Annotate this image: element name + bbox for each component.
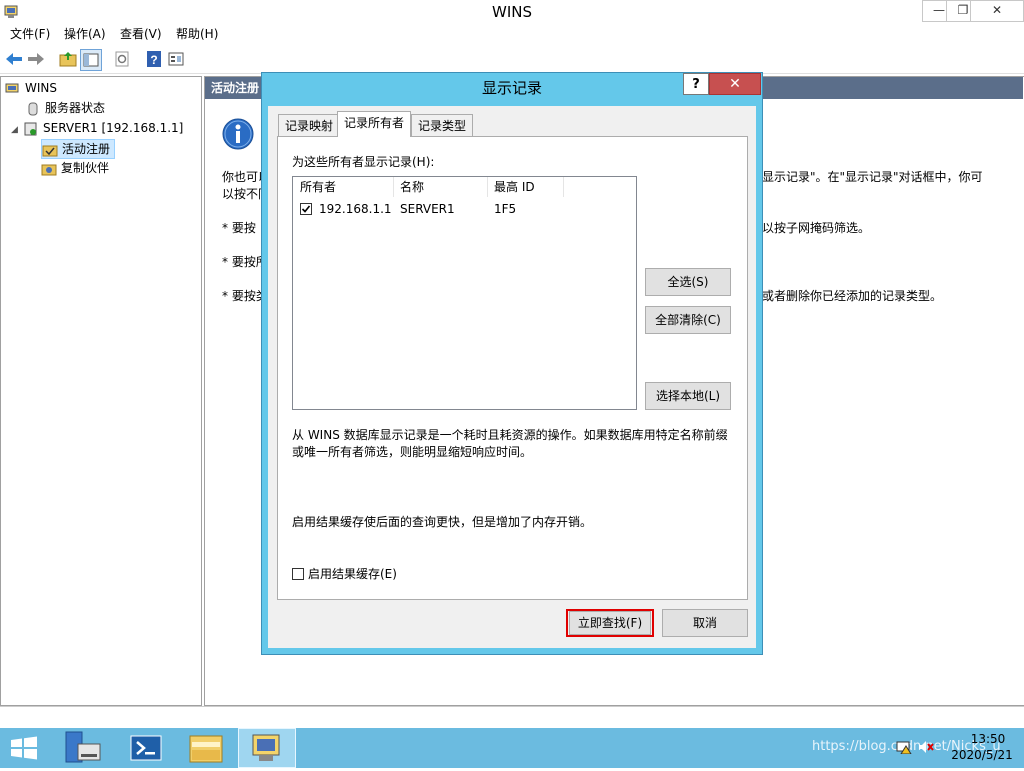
cancel-button[interactable]: 取消 xyxy=(662,609,748,637)
powershell-icon[interactable] xyxy=(118,728,176,768)
wins-taskbar-icon[interactable] xyxy=(238,728,296,768)
clock-time[interactable]: 13:50 xyxy=(962,732,1014,746)
pane-bullet3-end: 或者删除你已经添加的记录类型。 xyxy=(762,289,943,303)
table-cell-max-id[interactable]: 1F5 xyxy=(494,199,516,219)
show-hide-console-tree-icon[interactable] xyxy=(80,49,102,71)
menu-file[interactable]: 文件(F) xyxy=(10,24,50,44)
table-row-checkbox[interactable] xyxy=(300,203,312,215)
dialog-help-button[interactable]: ? xyxy=(683,73,709,95)
menu-action[interactable]: 操作(A) xyxy=(64,24,106,44)
select-local-button[interactable]: 选择本地(L) xyxy=(645,382,731,410)
replication-folder-icon xyxy=(41,162,57,176)
wins-icon xyxy=(5,82,21,96)
registrations-folder-icon xyxy=(42,143,58,157)
column-header-owner[interactable]: 所有者 xyxy=(294,177,394,197)
file-explorer-icon[interactable] xyxy=(178,728,236,768)
tree-item-wins[interactable]: WINS xyxy=(5,79,57,97)
info-text-line1: 从 WINS 数据库显示记录是一个耗时且耗资源的操作。如果数据库用特定名称前缀 xyxy=(292,428,728,442)
menu-view[interactable]: 查看(V) xyxy=(120,24,162,44)
find-now-button[interactable]: 立即查找(F) xyxy=(569,611,651,635)
back-arrow-icon[interactable] xyxy=(4,49,24,69)
server-manager-icon[interactable] xyxy=(56,728,114,768)
info-text-line2: 或唯一所有者筛选，则能明显缩短响应时间。 xyxy=(292,445,533,459)
start-windows-icon[interactable] xyxy=(10,736,38,760)
tab-record-owners[interactable]: 记录所有者 xyxy=(337,111,412,137)
pane-bullet1-end: 以按子网掩码筛选。 xyxy=(762,221,871,235)
info-icon xyxy=(222,118,254,150)
clock-date[interactable]: 2020/5/21 xyxy=(946,748,1018,762)
tree-item-active-registrations[interactable]: 活动注册 xyxy=(41,139,116,159)
expand-chevron-icon[interactable]: ◢ xyxy=(11,121,23,139)
up-folder-icon[interactable] xyxy=(58,49,78,69)
console-tree: WINS 服务器状态 ◢ SERVER1 [192.168.1.1] 活动注册 复… xyxy=(0,76,202,706)
tab-record-mapping[interactable]: 记录映射 xyxy=(278,114,341,136)
menu-help[interactable]: 帮助(H) xyxy=(176,24,218,44)
tree-item-replication-partners[interactable]: 复制伙伴 xyxy=(41,159,109,177)
volume-muted-icon[interactable] xyxy=(918,740,934,754)
tree-item-server-status[interactable]: 服务器状态 xyxy=(25,99,105,117)
dialog-close-button[interactable]: ✕ xyxy=(709,73,761,95)
properties-icon[interactable] xyxy=(166,49,186,69)
close-button[interactable]: ✕ xyxy=(970,0,1024,22)
window-title: WINS xyxy=(492,3,532,21)
tree-item-server1[interactable]: ◢ SERVER1 [192.168.1.1] xyxy=(11,119,183,137)
forward-arrow-icon[interactable] xyxy=(26,49,46,69)
clear-all-button[interactable]: 全部清除(C) xyxy=(645,306,731,334)
table-cell-owner[interactable]: 192.168.1.1 xyxy=(319,199,392,219)
cache-info-text: 启用结果缓存使后面的查询更快，但是增加了内存开销。 xyxy=(292,515,593,529)
owners-label: 为这些所有者显示记录(H): xyxy=(292,155,435,169)
enable-cache-label[interactable]: 启用结果缓存(E) xyxy=(308,565,397,583)
column-header-name[interactable]: 名称 xyxy=(394,177,488,197)
enable-cache-checkbox[interactable] xyxy=(292,568,304,580)
pane-bullet1-start: * 要按 xyxy=(222,221,256,235)
table-cell-name[interactable]: SERVER1 xyxy=(400,199,455,219)
network-warning-icon[interactable] xyxy=(896,740,912,755)
help-book-icon[interactable]: ? xyxy=(144,49,164,69)
svg-text:?: ? xyxy=(150,53,157,67)
select-all-button[interactable]: 全选(S) xyxy=(645,268,731,296)
server-icon xyxy=(23,122,39,136)
status-bar xyxy=(0,706,1024,727)
pane-text-line1-end: 显示记录"。在"显示记录"对话框中，你可 xyxy=(762,170,983,184)
database-icon xyxy=(25,102,41,116)
refresh-icon[interactable] xyxy=(112,49,132,69)
tab-record-types[interactable]: 记录类型 xyxy=(411,114,474,136)
column-header-max-id[interactable]: 最高 ID xyxy=(488,177,564,197)
